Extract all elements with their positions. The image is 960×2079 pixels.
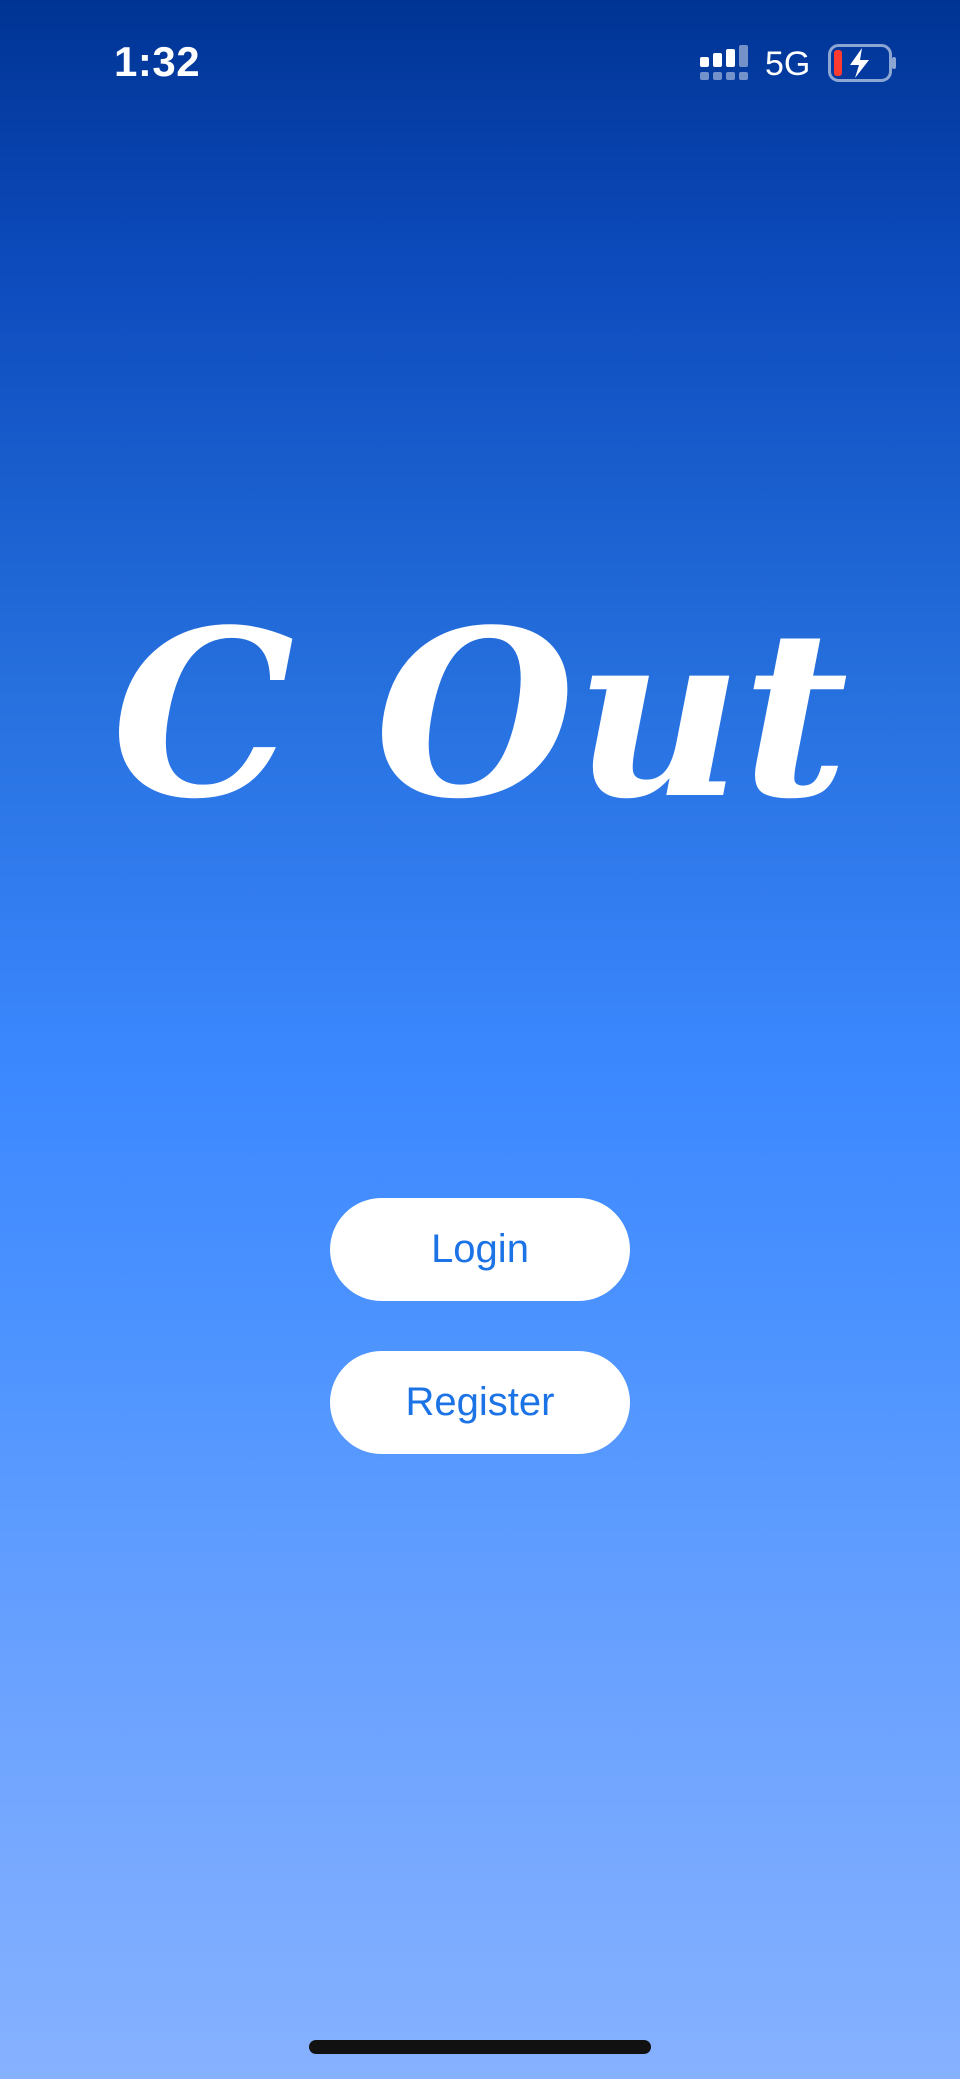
battery-charging-icon [828, 44, 896, 82]
home-indicator[interactable] [309, 2040, 651, 2054]
network-type-label: 5G [765, 45, 811, 83]
login-button[interactable]: Login [330, 1198, 630, 1301]
app-logo: C Out [112, 580, 849, 820]
status-bar: 1:32 5G [0, 0, 960, 130]
cellular-signal-icon [700, 45, 748, 80]
register-button[interactable]: Register [330, 1351, 630, 1454]
status-time: 1:32 [114, 38, 201, 85]
app-logo-text: C Out [112, 580, 849, 820]
